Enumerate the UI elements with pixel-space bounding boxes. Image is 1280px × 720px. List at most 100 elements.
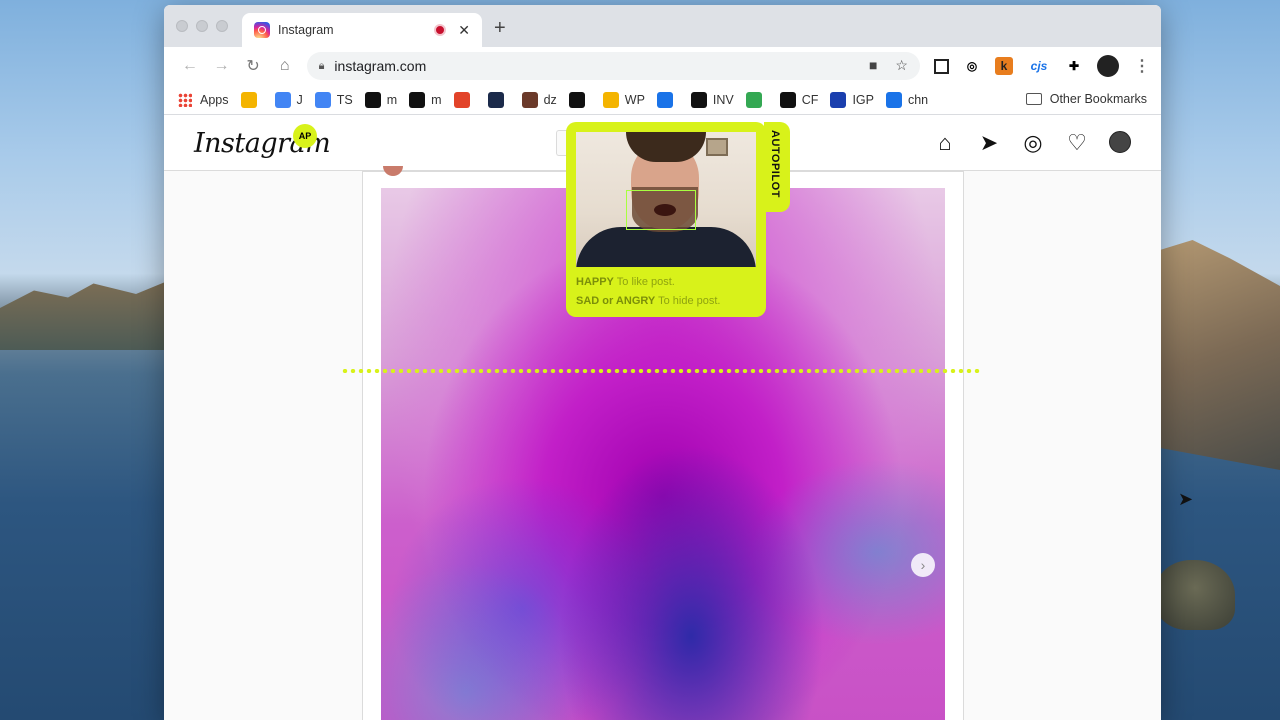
browser-window: Instagram ✕ + ← → ↻ ⌂ 🔒︎ instagram.com ■… (164, 5, 1161, 720)
mouse-cursor-icon: ➤ (1178, 489, 1194, 509)
other-bookmarks-label: Other Bookmarks (1049, 92, 1147, 106)
bookmark-star-icon[interactable]: ☆ (895, 57, 908, 74)
lock-icon[interactable]: 🔒︎ (319, 60, 325, 73)
photo-icon (521, 91, 538, 108)
autopilot-widget: AUTOPILOT HAPPY To like post. SAD or ANG… (566, 122, 790, 317)
bookmark-label: WP (624, 92, 645, 107)
new-tab-button[interactable]: + (494, 17, 506, 40)
home-icon[interactable]: ⌂ (933, 131, 957, 155)
explore-compass-icon[interactable]: ◎ (1021, 131, 1045, 155)
bookmark-item[interactable]: WP (602, 91, 645, 108)
autopilot-tab[interactable]: AUTOPILOT (764, 122, 790, 212)
post-author-avatar[interactable] (383, 166, 403, 176)
bookmark-item[interactable] (487, 91, 510, 108)
bookmark-item[interactable]: CF (779, 91, 819, 108)
media-icon (656, 91, 673, 108)
autopilot-label: AUTOPILOT (769, 130, 781, 198)
hint-sad-angry: SAD or ANGRY To hide post. (576, 295, 721, 307)
cjs-extension-icon[interactable]: cjs (1027, 57, 1051, 75)
hint-happy: HAPPY To like post. (576, 276, 675, 288)
close-tab-icon[interactable]: ✕ (458, 22, 470, 39)
docs-icon (274, 91, 291, 108)
activity-heart-icon[interactable]: ♡ (1065, 131, 1089, 155)
tumblr-icon (690, 91, 707, 108)
bookmark-label: J (296, 92, 303, 107)
other-bookmarks[interactable]: Other Bookmarks (1025, 92, 1147, 106)
profile-avatar[interactable] (1096, 55, 1119, 77)
bookmark-item[interactable] (656, 91, 679, 108)
address-bar[interactable]: 🔒︎ instagram.com ■ ☆ (306, 52, 920, 80)
puzzle-extensions-icon[interactable]: ✚ (1065, 57, 1083, 75)
gitlab-icon (453, 91, 470, 108)
recording-indicator-icon (434, 24, 447, 36)
maximize-window-button[interactable] (216, 20, 228, 32)
slides-icon (602, 91, 619, 108)
webcam-feed (576, 132, 756, 267)
bookmark-item[interactable]: INV (690, 91, 734, 108)
desktop-hill-right (1155, 240, 1280, 470)
desktop-rock (1155, 560, 1235, 630)
instagram-favicon-icon (254, 22, 270, 38)
bookmark-item[interactable]: IGP (830, 91, 874, 108)
bookmark-item[interactable]: J (274, 91, 303, 108)
bookmark-item[interactable]: dz (521, 91, 557, 108)
tab-title: Instagram (278, 23, 334, 37)
bookmark-item[interactable] (745, 91, 768, 108)
back-button[interactable]: ← (174, 57, 206, 75)
forward-button[interactable]: → (206, 57, 238, 75)
instagram-nav: ⌂ ➤ ◎ ♡ (933, 131, 1131, 155)
url-text[interactable]: instagram.com (334, 58, 426, 74)
folder-icon (1025, 93, 1042, 105)
webcam-shirt (576, 227, 756, 267)
autopilot-scan-line (341, 369, 981, 373)
lightbulb-icon (240, 91, 257, 108)
bookmark-item[interactable]: m (364, 91, 398, 108)
bookmark-item[interactable] (240, 91, 263, 108)
target-extension-icon[interactable]: ◎ (963, 57, 981, 75)
eu-flag-icon (830, 91, 847, 108)
bookmark-item[interactable]: chn (885, 91, 929, 108)
bookmark-label: TS (336, 92, 353, 107)
k-extension-icon[interactable]: k (994, 57, 1013, 75)
reload-button[interactable]: ↻ (237, 56, 269, 76)
bookmark-label: Apps (200, 92, 229, 107)
camera-icon[interactable]: ■ (869, 57, 877, 74)
bookmark-label: INV (712, 92, 734, 107)
webcam-background-frame (706, 138, 728, 156)
autopilot-badge: AP (293, 124, 317, 148)
minimize-window-button[interactable] (196, 20, 208, 32)
docs-icon (314, 91, 331, 108)
bookmark-item[interactable]: m (409, 91, 442, 108)
bookmark-label: m (431, 92, 442, 107)
cf-icon (779, 91, 796, 108)
refresh-icon (745, 91, 762, 108)
bookmark-item[interactable]: Apps (178, 92, 229, 107)
desktop-hill-left (0, 280, 170, 350)
titlebar: Instagram ✕ + (164, 5, 1161, 47)
apps-grid-icon (178, 92, 192, 107)
face-tracking-box (626, 190, 696, 230)
window-controls (176, 20, 228, 32)
history-icon (885, 91, 902, 108)
medium-icon (364, 91, 381, 108)
home-button[interactable]: ⌂ (269, 57, 301, 75)
bookmark-item[interactable] (568, 91, 591, 108)
bookmark-label: m (386, 92, 398, 107)
browser-toolbar: ← → ↻ ⌂ 🔒︎ instagram.com ■ ☆ ◎ k cjs ✚ ⋮ (164, 47, 1161, 85)
bookmark-label: IGP (852, 92, 874, 107)
direct-messages-icon[interactable]: ➤ (977, 131, 1001, 155)
bookmark-item[interactable]: TS (314, 91, 353, 108)
tab-instagram[interactable]: Instagram ✕ (242, 13, 482, 47)
profile-avatar-icon[interactable] (1109, 131, 1131, 153)
bookmark-label: chn (907, 92, 929, 107)
close-window-button[interactable] (176, 20, 188, 32)
bookmark-label: CF (801, 92, 819, 107)
instagram-page: Instagram AP ⌂ ➤ ◎ ♡ › AUTOPILOT HAPPY T… (164, 116, 1161, 720)
bookmark-item[interactable] (453, 91, 476, 108)
carousel-next-button[interactable]: › (911, 553, 935, 577)
bookmarks-bar: Apps J TS m m dz WP INV CF IGP chn Other Bookmarks (164, 85, 1161, 115)
extensions-bar: ◎ k cjs ✚ ⋮ (933, 55, 1151, 77)
square-extension-icon[interactable] (933, 58, 949, 74)
browser-menu-icon[interactable]: ⋮ (1133, 57, 1151, 75)
medium-icon (409, 91, 426, 108)
